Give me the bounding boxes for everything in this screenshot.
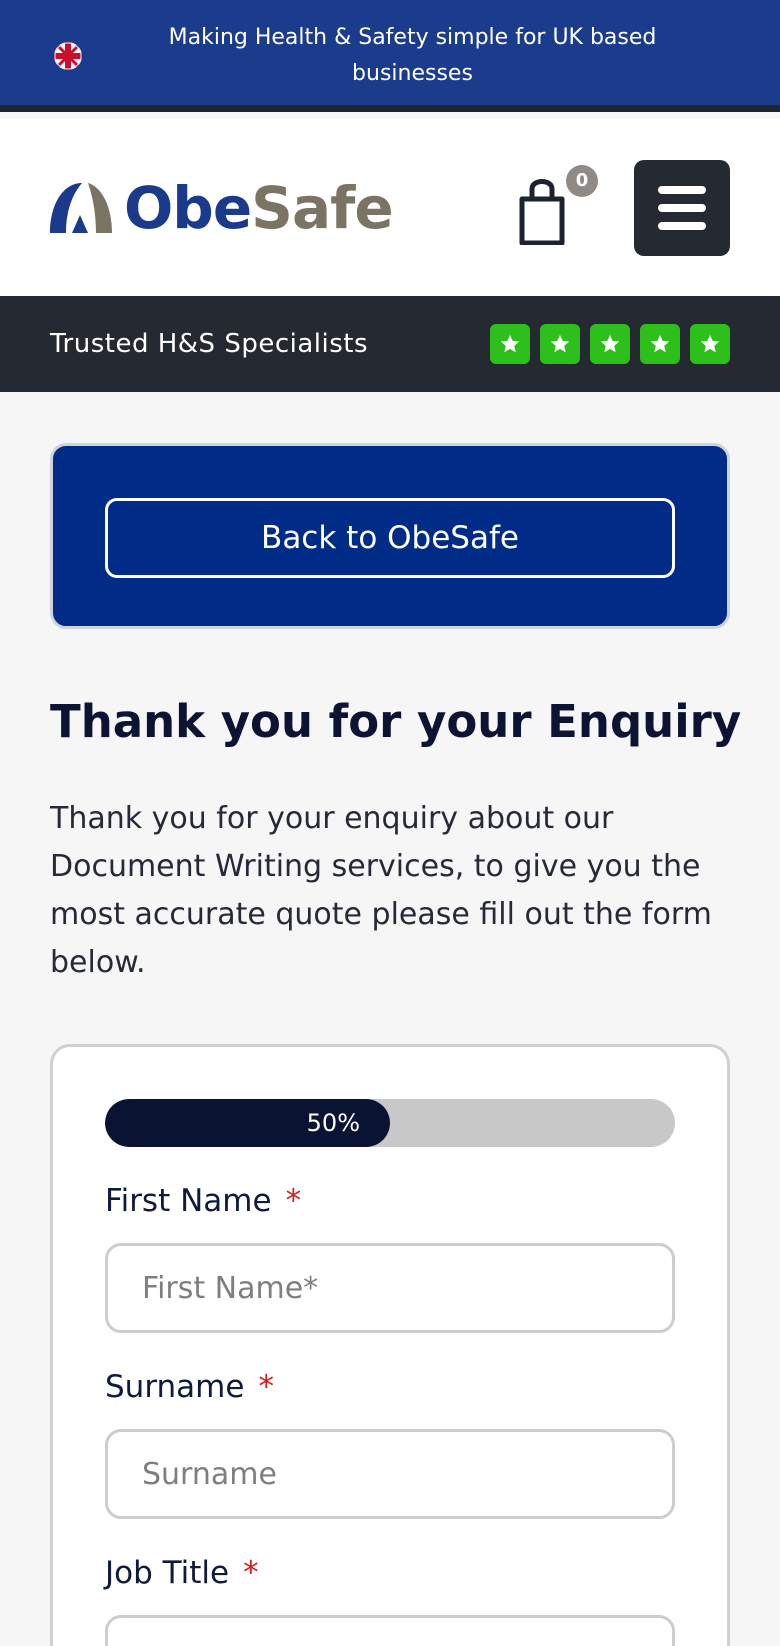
trust-text: Trusted H&S Specialists <box>50 329 369 359</box>
menu-bar <box>658 204 706 212</box>
progress-fill: 50% <box>105 1099 390 1147</box>
job-title-input[interactable] <box>105 1615 675 1646</box>
trust-bar: Trusted H&S Specialists <box>0 296 780 392</box>
hamburger-menu-button[interactable] <box>634 160 730 256</box>
enquiry-form: 50% First Name * Surname * Job Title * <box>50 1044 730 1646</box>
logo-wordmark: ObeSafe <box>124 174 394 242</box>
uk-flag-icon[interactable] <box>54 42 82 70</box>
menu-bar <box>658 186 706 194</box>
progress-bar: 50% <box>105 1099 675 1147</box>
first-name-label-text: First Name <box>105 1183 272 1219</box>
star-icon <box>640 324 680 364</box>
announcement-text: Making Health & Safety simple for UK bas… <box>168 25 657 86</box>
site-header: ObeSafe 0 <box>0 119 780 296</box>
logo-obe: Obe <box>124 174 252 242</box>
job-title-label-text: Job Title <box>105 1555 230 1591</box>
back-card: Back to ObeSafe <box>50 443 730 629</box>
surname-label-text: Surname <box>105 1369 245 1405</box>
first-name-input[interactable] <box>105 1243 675 1333</box>
surname-input[interactable] <box>105 1429 675 1519</box>
star-icon <box>490 324 530 364</box>
intro-text: Thank you for your enquiry about our Doc… <box>50 801 712 980</box>
required-marker: * <box>285 1183 302 1219</box>
star-icon <box>590 324 630 364</box>
obesafe-logo[interactable]: ObeSafe <box>48 175 394 241</box>
required-marker: * <box>243 1555 259 1591</box>
back-to-obesafe-button[interactable]: Back to ObeSafe <box>105 498 675 578</box>
logo-mark-icon <box>50 183 112 233</box>
menu-bar <box>658 222 706 230</box>
star-icon <box>690 324 730 364</box>
page-title: Thank you for your Enquiry <box>50 695 742 748</box>
first-name-label: First Name * <box>105 1181 301 1221</box>
cart-button[interactable]: 0 <box>514 165 598 245</box>
required-marker: * <box>258 1369 274 1405</box>
top-announcement-bar: Making Health & Safety simple for UK bas… <box>0 0 780 112</box>
progress-label: 50% <box>306 1109 360 1137</box>
cart-count-badge: 0 <box>566 165 598 197</box>
surname-label: Surname * <box>105 1367 274 1407</box>
job-title-label: Job Title * <box>105 1553 259 1593</box>
star-icon <box>540 324 580 364</box>
logo-safe: Safe <box>251 174 393 242</box>
